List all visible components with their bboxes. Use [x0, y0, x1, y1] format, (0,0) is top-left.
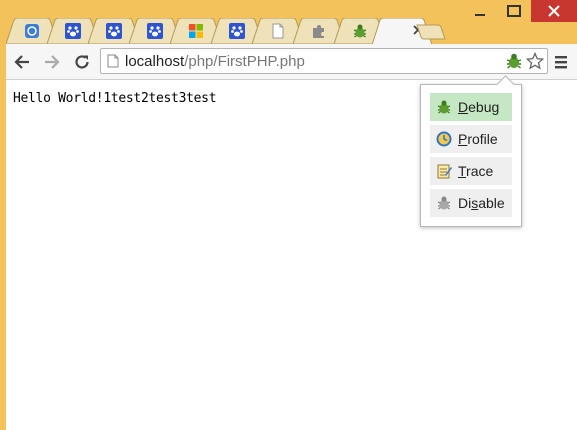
url-path: /php/FirstPHP.php [184, 53, 305, 70]
baidu-paw-icon [229, 23, 245, 39]
trace-label: Trace [458, 163, 494, 179]
clock-icon [436, 131, 452, 147]
bug-icon [437, 100, 451, 114]
debug-label: Debug [458, 99, 500, 115]
chrome-apps-icon [25, 24, 39, 38]
hamburger-menu-icon [555, 56, 567, 69]
profile-label: Profile [458, 131, 498, 147]
new-tab-button[interactable] [416, 24, 446, 40]
puzzle-extension-icon [313, 25, 324, 38]
disable-label: Disable [458, 195, 505, 211]
minimize-icon [475, 14, 485, 16]
maximize-button[interactable] [497, 0, 531, 22]
xdebug-extension-icon[interactable] [505, 52, 523, 70]
baidu-paw-icon [65, 23, 81, 39]
forward-button[interactable] [42, 52, 62, 72]
bug-icon [353, 24, 367, 38]
baidu-paw-icon [147, 23, 163, 39]
forward-arrow-icon [45, 55, 60, 69]
debug-option[interactable]: Debug [430, 93, 512, 121]
window-controls [463, 0, 577, 22]
browser-toolbar: localhost/php/FirstPHP.php [6, 44, 577, 80]
new-tab-icon [416, 24, 446, 40]
address-bar[interactable]: localhost/php/FirstPHP.php [100, 48, 548, 74]
back-button[interactable] [12, 52, 32, 72]
page-output-text: Hello World!1test2test3test [13, 91, 217, 106]
bookmark-star-icon[interactable] [526, 52, 544, 70]
url-text[interactable]: localhost/php/FirstPHP.php [125, 53, 305, 70]
url-host: localhost [125, 53, 185, 70]
disable-option[interactable]: Disable [430, 189, 512, 217]
chrome-menu-button[interactable] [552, 52, 570, 72]
maximize-icon [507, 5, 521, 17]
windows-logo-icon [189, 24, 203, 38]
reload-icon [75, 55, 89, 69]
close-icon [548, 5, 560, 17]
baidu-paw-icon [106, 23, 122, 39]
blank-page-icon [272, 23, 284, 39]
reload-button[interactable] [72, 52, 92, 72]
close-window-button[interactable] [531, 0, 577, 22]
trace-option[interactable]: Trace [430, 157, 512, 185]
notepad-icon [437, 164, 452, 179]
tab-strip [6, 18, 476, 44]
profile-option[interactable]: Profile [430, 125, 512, 153]
xdebug-popup: Debug Profile Trace Disable [420, 75, 522, 227]
page-icon [107, 54, 119, 68]
bug-gray-icon [437, 196, 451, 210]
back-arrow-icon [14, 55, 29, 69]
